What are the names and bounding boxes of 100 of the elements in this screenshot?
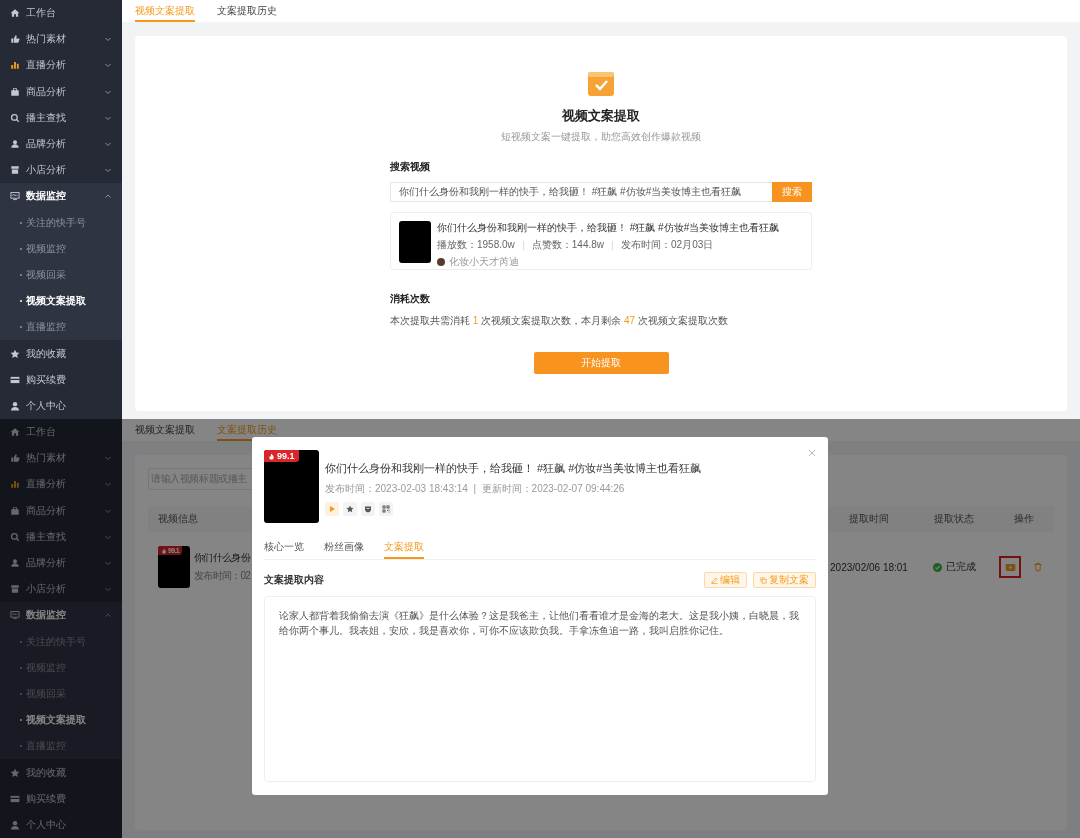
sidebar-item[interactable]: 工作台: [0, 419, 122, 446]
shield-icon: [364, 505, 372, 513]
video-title: 你们什么身份: [194, 551, 251, 565]
user-group-icon: [10, 139, 20, 150]
sidebar-subitem[interactable]: 视频文案提取: [0, 707, 122, 734]
video-stat: 播放数：1958.0w: [437, 238, 515, 252]
sidebar-item[interactable]: 我的收藏: [0, 340, 122, 367]
chevron-icon: [104, 480, 112, 489]
chevron-icon: [104, 559, 112, 568]
section-title: 文案提取内容: [264, 573, 325, 587]
modal-tab[interactable]: 粉丝画像: [324, 537, 364, 559]
close-icon[interactable]: [808, 449, 816, 457]
status-text: 已完成: [945, 560, 976, 574]
sidebar-subitem[interactable]: 视频监控: [0, 235, 122, 262]
bar-chart-icon: [10, 479, 20, 490]
briefcase-icon: [10, 86, 20, 97]
checked-clipboard-icon: [587, 69, 615, 97]
sidebar-subitem[interactable]: 关注的快手号: [0, 209, 122, 236]
chevron-icon: [104, 140, 112, 149]
consumption-text: 本次提取共需消耗 1 次视频文案提取次数，本月剩余 47 次视频文案提取次数: [390, 314, 729, 328]
card-icon: [10, 793, 20, 804]
fire-icon: [268, 452, 275, 460]
column-header: 提取状态: [933, 512, 975, 526]
extracted-text: 论家人都背着我偷偷去演《狂飙》是什么体验？这是我爸主，让他们看看谁才是金海的老大。这是我小姨，白晓晨，我给你两个事儿。我表姐，安欣，我是喜欢你，可你不应该欺负我。手拿冻鱼追一路，我叫启胜你记住。: [264, 596, 816, 782]
chevron-icon: [104, 35, 112, 44]
sidebar-item[interactable]: 购买续费: [0, 366, 122, 393]
sidebar-group[interactable]: 数据监控: [0, 183, 122, 210]
chevron-icon: [104, 61, 112, 70]
user-icon: [10, 819, 20, 830]
pencil-icon: [711, 576, 718, 584]
page-tab[interactable]: 视频文案提取: [135, 419, 195, 441]
page-title: 视频文案提取: [561, 107, 641, 125]
thumbs-up-icon: [10, 453, 20, 464]
star-button[interactable]: [343, 502, 357, 516]
qr-code-button[interactable]: [379, 502, 393, 516]
score-badge: 99.1: [264, 450, 299, 462]
shield-button[interactable]: [361, 502, 375, 516]
author-name: 化妆小天才芮迪: [449, 255, 519, 269]
play-icon: [328, 505, 336, 513]
column-header: 提取时间: [848, 512, 890, 526]
page-subtitle: 短视频文案一键提取，助您高效创作爆款视频: [500, 130, 702, 144]
section-label: 消耗次数: [390, 292, 431, 306]
video-title: 你们什么身份和我刚一样的快手，给我砸！ #狂飙 #仿妆#当美妆博主也看狂飙: [325, 461, 702, 476]
user-icon: [10, 400, 20, 411]
sidebar-item[interactable]: 个人中心: [0, 392, 122, 419]
sidebar-subitem[interactable]: 直播监控: [0, 314, 122, 341]
sidebar-group[interactable]: 热门素材: [0, 26, 122, 53]
search-icon: [10, 531, 20, 542]
home-icon: [10, 427, 20, 438]
table-cell: 2023/02/06 18:01: [830, 561, 908, 573]
sidebar-group[interactable]: 小店分析: [0, 157, 122, 184]
sidebar-group[interactable]: 商品分析: [0, 497, 122, 524]
qr-code-icon: [382, 505, 390, 513]
modal-tab[interactable]: 核心一览: [264, 537, 304, 559]
card-icon: [10, 374, 20, 385]
sidebar-item[interactable]: 工作台: [0, 0, 122, 27]
chevron-icon: [104, 166, 112, 175]
sidebar-group[interactable]: 直播分析: [0, 52, 122, 79]
sidebar-group[interactable]: 品牌分析: [0, 549, 122, 577]
shop-icon: [10, 584, 20, 595]
page-tab[interactable]: 文案提取历史: [217, 0, 277, 22]
video-thumbnail: [399, 221, 431, 263]
video-stat: 发布时间：02月03日: [621, 238, 714, 252]
bar-chart-icon: [10, 60, 20, 71]
thumbs-up-icon: [10, 34, 20, 45]
search-button[interactable]: 搜索: [772, 182, 812, 202]
monitor-icon: [10, 610, 20, 621]
sidebar-group[interactable]: 品牌分析: [0, 130, 122, 158]
monitor-icon: [10, 191, 20, 202]
home-icon: [10, 8, 20, 19]
video-stat: 点赞数：144.8w: [531, 238, 605, 252]
sidebar-subitem[interactable]: 视频回采: [0, 261, 122, 289]
star-icon: [346, 505, 354, 513]
chevron-icon: [104, 585, 112, 594]
sidebar-group[interactable]: 商品分析: [0, 78, 122, 105]
user-group-icon: [10, 558, 20, 569]
page-tab[interactable]: 视频文案提取: [135, 0, 195, 22]
view-button[interactable]: [999, 556, 1021, 578]
briefcase-icon: [10, 505, 20, 516]
video-title: 你们什么身份和我刚一样的快手，给我砸！ #狂飙 #仿妆#当美妆博主也看狂飙: [437, 221, 780, 235]
section-label: 搜索视频: [390, 160, 431, 174]
sidebar-subitem[interactable]: 视频文案提取: [0, 288, 122, 315]
video-result-card[interactable]: 你们什么身份和我刚一样的快手，给我砸！ #狂飙 #仿妆#当美妆博主也看狂飙 播放数：1958.0w 点赞数：144.8w 发布时间：02月03日 化妆小天才芮迪: [390, 212, 812, 270]
column-header: 视频信息: [157, 512, 199, 526]
fire-icon: [161, 547, 167, 554]
sidebar-group[interactable]: 播主查找: [0, 523, 122, 550]
sidebar-item[interactable]: 个人中心: [0, 811, 122, 838]
start-button[interactable]: 开始提取: [533, 352, 669, 374]
delete-icon: [1033, 562, 1043, 572]
sidebar-item[interactable]: 购买续费: [0, 785, 122, 812]
modal-tab[interactable]: 文案提取: [384, 537, 424, 559]
copy-icon: [760, 576, 767, 584]
check-circle-icon: [932, 562, 942, 572]
sidebar-group[interactable]: 热门素材: [0, 445, 122, 472]
star-icon: [10, 348, 20, 359]
search-icon: [10, 112, 20, 123]
sidebar-group[interactable]: 播主查找: [0, 104, 122, 131]
sidebar-group[interactable]: 数据监控: [0, 602, 122, 629]
sidebar-item[interactable]: 我的收藏: [0, 759, 122, 786]
search-field[interactable]: 你们什么身份和我刚一样的快手，给我砸！ #狂飙 #仿妆#当美妆博主也看狂飙: [390, 182, 772, 202]
